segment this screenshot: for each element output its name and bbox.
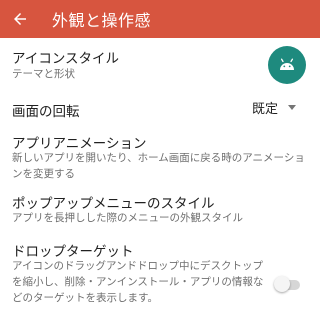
setting-title: アイコンスタイル [12,51,120,67]
setting-app-animation[interactable]: アプリアニメーション 新しいアプリを開いたり、ホーム画面に戻る時のアニメーション… [0,126,320,184]
setting-title: 画面の回転 [12,104,80,120]
page-title: 外観と操作感 [52,11,152,30]
setting-subtitle: テーマと形状 [12,68,75,80]
dropdown-value: 既定 [252,102,279,117]
android-robot-icon [280,58,294,70]
rotation-dropdown[interactable]: 既定 [252,98,297,117]
setting-title: アプリアニメーション [12,136,147,152]
setting-title: ポップアップメニューのスタイル [12,196,215,212]
setting-icon-style[interactable]: アイコンスタイル テーマと形状 [0,38,320,92]
android-icon[interactable] [268,46,306,84]
setting-title: ドロップターゲット [12,244,134,260]
setting-subtitle: アイコンのドラッグアンドドロップ中にデスクトップを縮小し、削除・アンインストール… [12,260,264,304]
drop-target-toggle[interactable] [274,276,302,292]
toggle-thumb [274,276,290,292]
back-button[interactable] [0,0,40,38]
caret-down-icon [288,105,297,110]
app-bar: 外観と操作感 [0,0,320,38]
setting-drop-target[interactable]: ドロップターゲット アイコンのドラッグアンドドロップ中にデスクトップを縮小し、削… [0,228,320,318]
setting-popup-menu-style[interactable]: ポップアップメニューのスタイル アプリを長押しした際のメニューの外観スタイル [0,184,320,228]
setting-subtitle: 新しいアプリを開いたり、ホーム画面に戻る時のアニメーションを変更する [12,152,305,180]
setting-screen-rotation[interactable]: 画面の回転 既定 [0,92,320,126]
setting-subtitle: アプリを長押しした際のメニューの外観スタイル [12,212,243,224]
arrow-left-icon [14,13,26,25]
